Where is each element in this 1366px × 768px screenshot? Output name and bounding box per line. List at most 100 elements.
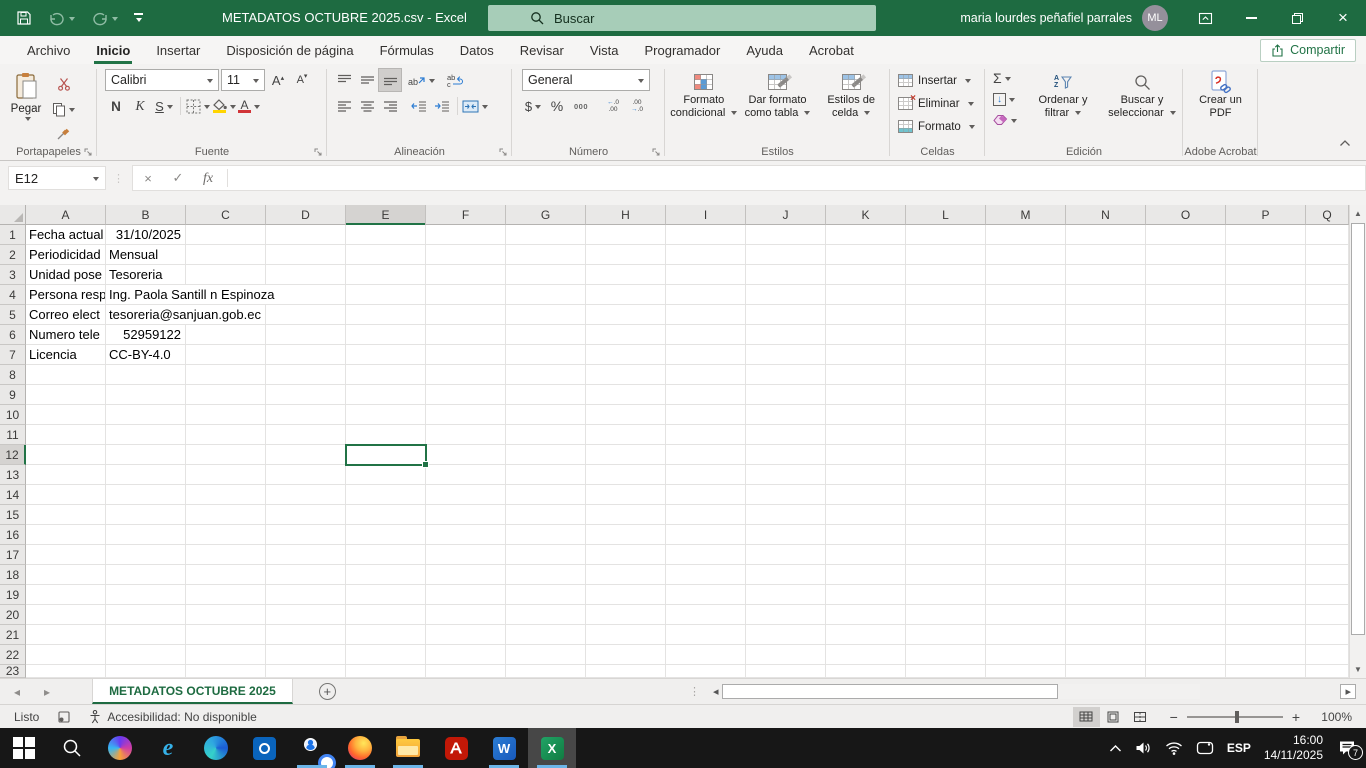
cell-E16[interactable] <box>346 525 426 545</box>
cell-A22[interactable] <box>26 645 106 665</box>
cell-H11[interactable] <box>586 425 666 445</box>
align-middle-button[interactable] <box>356 69 378 91</box>
taskbar-search-button[interactable] <box>48 728 96 768</box>
cell-Q3[interactable] <box>1306 265 1349 285</box>
cell-F16[interactable] <box>426 525 506 545</box>
cell-B14[interactable] <box>106 485 186 505</box>
cell-E18[interactable] <box>346 565 426 585</box>
volume-button[interactable] <box>1135 741 1152 755</box>
cell-J20[interactable] <box>746 605 826 625</box>
cell-A4[interactable]: Persona resp <box>26 285 106 305</box>
cell-J22[interactable] <box>746 645 826 665</box>
cell-D12[interactable] <box>266 445 346 465</box>
cell-Q8[interactable] <box>1306 365 1349 385</box>
cell-C13[interactable] <box>186 465 266 485</box>
cell-J11[interactable] <box>746 425 826 445</box>
cell-L14[interactable] <box>906 485 986 505</box>
cell-H14[interactable] <box>586 485 666 505</box>
cell-G16[interactable] <box>506 525 586 545</box>
cell-P9[interactable] <box>1226 385 1306 405</box>
dialog-launcher-alineacion[interactable] <box>499 148 508 157</box>
cell-B11[interactable] <box>106 425 186 445</box>
cell-P22[interactable] <box>1226 645 1306 665</box>
cell-Q4[interactable] <box>1306 285 1349 305</box>
cell-A16[interactable] <box>26 525 106 545</box>
select-all-corner[interactable] <box>0 205 26 225</box>
cell-O9[interactable] <box>1146 385 1226 405</box>
cell-F23[interactable] <box>426 665 506 678</box>
tab-datos[interactable]: Datos <box>447 36 507 64</box>
cell-M11[interactable] <box>986 425 1066 445</box>
increase-decimal-button[interactable]: ←.0.00 <box>602 95 624 117</box>
clear-button[interactable] <box>991 110 1025 130</box>
cell-N16[interactable] <box>1066 525 1146 545</box>
user-name[interactable]: maria lourdes peñafiel parrales <box>960 11 1132 25</box>
language-indicator[interactable]: ESP <box>1227 741 1251 755</box>
cell-E10[interactable] <box>346 405 426 425</box>
column-header-M[interactable]: M <box>986 205 1066 225</box>
cell-K7[interactable] <box>826 345 906 365</box>
cell-I18[interactable] <box>666 565 746 585</box>
cell-A13[interactable] <box>26 465 106 485</box>
tab-disposicion-de-pagina[interactable]: Disposición de página <box>213 36 366 64</box>
row-header-22[interactable]: 22 <box>0 645 26 665</box>
cell-M2[interactable] <box>986 245 1066 265</box>
cell-F4[interactable] <box>426 285 506 305</box>
tab-archivo[interactable]: Archivo <box>14 36 83 64</box>
cell-H6[interactable] <box>586 325 666 345</box>
cell-B13[interactable] <box>106 465 186 485</box>
cell-F14[interactable] <box>426 485 506 505</box>
vertical-scroll-thumb[interactable] <box>1351 223 1365 635</box>
cell-B7[interactable]: CC-BY-4.0 <box>106 345 186 365</box>
cell-Q7[interactable] <box>1306 345 1349 365</box>
cell-I4[interactable] <box>666 285 746 305</box>
cell-N20[interactable] <box>1066 605 1146 625</box>
cell-Q6[interactable] <box>1306 325 1349 345</box>
cell-Q20[interactable] <box>1306 605 1349 625</box>
cell-P1[interactable] <box>1226 225 1306 245</box>
cell-M16[interactable] <box>986 525 1066 545</box>
cell-J10[interactable] <box>746 405 826 425</box>
cell-Q19[interactable] <box>1306 585 1349 605</box>
cell-D9[interactable] <box>266 385 346 405</box>
selected-cell-outline[interactable] <box>345 444 427 466</box>
cell-G22[interactable] <box>506 645 586 665</box>
cell-M17[interactable] <box>986 545 1066 565</box>
cell-J7[interactable] <box>746 345 826 365</box>
cell-M22[interactable] <box>986 645 1066 665</box>
cell-L11[interactable] <box>906 425 986 445</box>
dialog-launcher-portapapeles[interactable] <box>84 148 93 157</box>
cell-G23[interactable] <box>506 665 586 678</box>
cell-I3[interactable] <box>666 265 746 285</box>
cell-K18[interactable] <box>826 565 906 585</box>
cell-E5[interactable] <box>346 305 426 325</box>
cell-K22[interactable] <box>826 645 906 665</box>
cell-E17[interactable] <box>346 545 426 565</box>
cell-N17[interactable] <box>1066 545 1146 565</box>
cell-L13[interactable] <box>906 465 986 485</box>
cell-E2[interactable] <box>346 245 426 265</box>
autosum-button[interactable]: Σ <box>991 68 1025 88</box>
cell-O22[interactable] <box>1146 645 1226 665</box>
cell-B16[interactable] <box>106 525 186 545</box>
row-header-9[interactable]: 9 <box>0 385 26 405</box>
cell-G13[interactable] <box>506 465 586 485</box>
worksheet-grid[interactable]: ABCDEFGHIJKLMNOPQ 1Fecha actual31/10/202… <box>0 205 1349 678</box>
minimize-button[interactable] <box>1228 0 1274 36</box>
row-header-12[interactable]: 12 <box>0 445 26 465</box>
cell-C20[interactable] <box>186 605 266 625</box>
cell-J9[interactable] <box>746 385 826 405</box>
column-header-F[interactable]: F <box>426 205 506 225</box>
cell-B3[interactable]: Tesoreria <box>106 265 186 285</box>
cell-L5[interactable] <box>906 305 986 325</box>
cell-G17[interactable] <box>506 545 586 565</box>
cell-A1[interactable]: Fecha actual <box>26 225 106 245</box>
redo-button[interactable] <box>91 11 118 26</box>
cell-O18[interactable] <box>1146 565 1226 585</box>
format-cells-button[interactable]: Formato <box>898 116 981 137</box>
cut-button[interactable] <box>52 73 75 95</box>
cell-A19[interactable] <box>26 585 106 605</box>
copy-button[interactable] <box>52 98 75 120</box>
page-break-view-button[interactable] <box>1127 707 1154 727</box>
cell-O10[interactable] <box>1146 405 1226 425</box>
